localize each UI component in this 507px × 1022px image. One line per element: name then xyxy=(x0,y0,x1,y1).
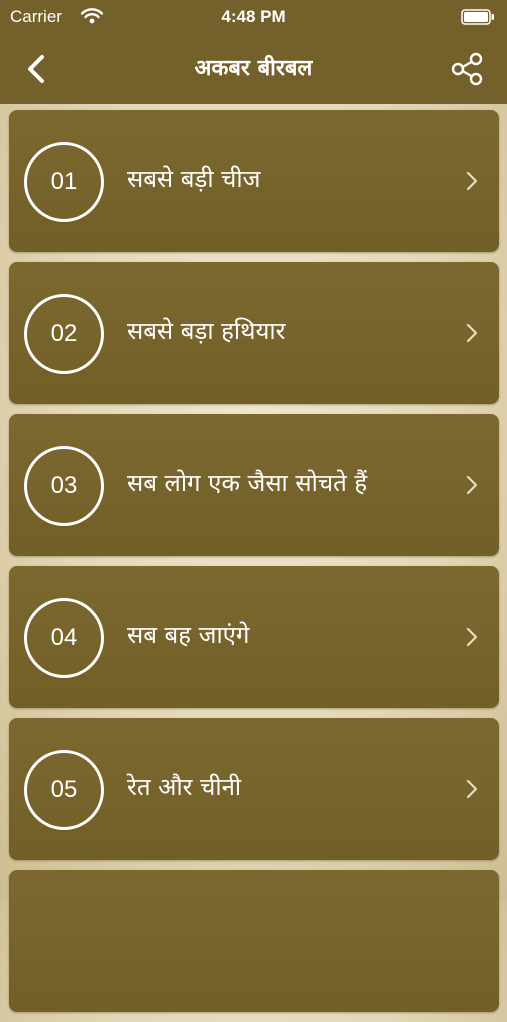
item-title: सबसे बड़ी चीज xyxy=(127,165,261,193)
item-title: सबसे बड़ा हथियार xyxy=(127,317,286,345)
item-number: 01 xyxy=(24,142,104,222)
list-item[interactable]: 05 रेत और चीनी xyxy=(9,718,499,860)
page-title: अकबर बीरबल xyxy=(194,56,313,81)
item-number: 05 xyxy=(24,750,104,830)
item-number: 04 xyxy=(24,598,104,678)
story-list: 01 सबसे बड़ी चीज 02 सबसे बड़ा हथियार 03 … xyxy=(9,110,499,1022)
item-title: सब लोग एक जैसा सोचते हैं xyxy=(127,469,368,497)
item-title: रेत और चीनी xyxy=(127,773,242,801)
navigation-bar: अकबर बीरबल xyxy=(0,34,507,104)
share-icon xyxy=(451,52,483,86)
status-bar: Carrier 4:48 PM xyxy=(0,0,507,34)
item-number: 02 xyxy=(24,294,104,374)
item-number: 03 xyxy=(24,446,104,526)
list-item[interactable]: 02 सबसे बड़ा हथियार xyxy=(9,262,499,404)
item-title: सब बह जाएंगे xyxy=(127,621,250,649)
status-time: 4:48 PM xyxy=(221,7,286,26)
chevron-right-icon xyxy=(466,323,478,343)
list-item[interactable]: 01 सबसे बड़ी चीज xyxy=(9,110,499,252)
header: Carrier 4:48 PM अकबर बीरबल xyxy=(0,0,507,104)
battery-icon xyxy=(461,9,495,25)
list-item-partial[interactable] xyxy=(9,870,499,1012)
chevron-right-icon xyxy=(466,475,478,495)
chevron-right-icon xyxy=(466,627,478,647)
chevron-right-icon xyxy=(466,779,478,799)
chevron-right-icon xyxy=(466,171,478,191)
share-button[interactable] xyxy=(449,49,485,89)
list-item[interactable]: 03 सब लोग एक जैसा सोचते हैं xyxy=(9,414,499,556)
list-item[interactable]: 04 सब बह जाएंगे xyxy=(9,566,499,708)
